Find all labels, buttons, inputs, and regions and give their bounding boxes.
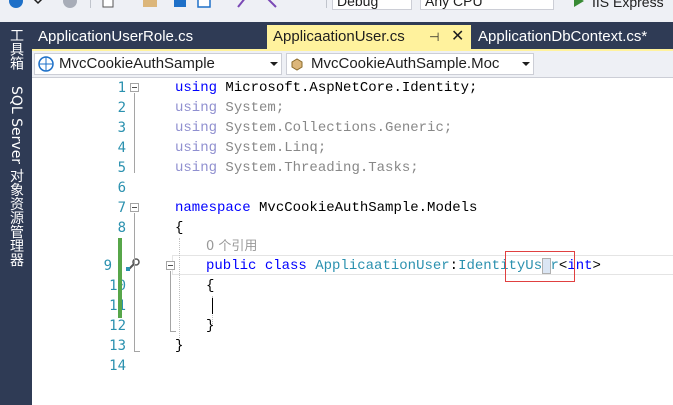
navigation-bar: MvcCookieAuthSample MvcCookieAuthSample.… bbox=[32, 51, 673, 78]
keyword-using: using bbox=[175, 80, 218, 96]
code-line-7: namespace MvcCookieAuthSample.Models bbox=[175, 198, 477, 218]
line-number: 3 bbox=[117, 120, 126, 136]
namespace-name: MvcCookieAuthSample.Models bbox=[250, 200, 478, 216]
project-dropdown-value: MvcCookieAuthSample bbox=[59, 55, 215, 72]
run-target-label[interactable]: IIS Express bbox=[592, 0, 664, 10]
save-all-icon[interactable] bbox=[196, 0, 212, 9]
quick-actions-wrench-icon[interactable] bbox=[126, 258, 140, 272]
line-number: 12 bbox=[109, 318, 126, 334]
line-number: 2 bbox=[117, 100, 126, 116]
type-dropdown[interactable]: MvcCookieAuthSample.Moc bbox=[286, 53, 534, 75]
line-number: 13 bbox=[109, 338, 126, 354]
namespace-text: System.Threading.Tasks; bbox=[217, 160, 419, 176]
keyword-class: class bbox=[264, 258, 307, 274]
annotation-highlight-box bbox=[505, 251, 575, 282]
open-folder-icon[interactable] bbox=[142, 0, 158, 9]
toolbar-separator bbox=[326, 0, 327, 8]
namespace-text: Microsoft.AspNetCore.Identity; bbox=[217, 80, 478, 96]
code-line-10: { bbox=[206, 278, 215, 294]
colon: : bbox=[449, 258, 459, 274]
namespace-text: System.Collections.Generic; bbox=[217, 120, 453, 136]
tab-application-db-context[interactable]: ApplicationDbContext.cs* bbox=[472, 25, 673, 49]
change-marker bbox=[118, 238, 122, 318]
class-name: ApplicaationUser bbox=[315, 258, 450, 274]
tab-application-user-role[interactable]: ApplicationUserRole.cs bbox=[32, 25, 265, 49]
keyword-using: using bbox=[175, 140, 218, 156]
collapse-icon[interactable] bbox=[130, 83, 139, 92]
redo-icon[interactable] bbox=[262, 0, 278, 9]
chevron-down-icon bbox=[519, 54, 533, 74]
fold-end bbox=[134, 351, 140, 352]
type-dropdown-value: MvcCookieAuthSample.Moc bbox=[311, 55, 500, 72]
side-panel-toolbox[interactable]: 工具箱 bbox=[6, 28, 26, 70]
fold-end bbox=[170, 331, 176, 332]
generic-close: > bbox=[592, 258, 601, 274]
side-tool-strip: 工具箱 SQL Server 对象资源管理器 bbox=[0, 22, 32, 405]
keyword-public: public bbox=[206, 258, 257, 274]
codelens-references[interactable]: 0 个引用 bbox=[206, 237, 257, 257]
code-line-12: } bbox=[206, 318, 215, 334]
pin-icon[interactable]: ⊣ bbox=[429, 25, 439, 49]
line-number: 4 bbox=[117, 140, 126, 156]
class-icon bbox=[291, 58, 303, 71]
fold-line bbox=[134, 213, 135, 351]
code-line-3: using System.Collections.Generic; bbox=[175, 118, 452, 138]
new-project-icon[interactable] bbox=[100, 0, 116, 9]
collapse-icon[interactable] bbox=[130, 203, 139, 212]
save-icon[interactable] bbox=[172, 0, 188, 9]
code-line-13: } bbox=[175, 338, 184, 354]
line-number: 6 bbox=[117, 180, 126, 196]
code-editor[interactable]: 1 2 3 4 5 6 7 8 9 10 11 12 13 14 using M… bbox=[32, 78, 673, 405]
keyword-using: using bbox=[175, 100, 218, 116]
undo-icon[interactable] bbox=[236, 0, 252, 9]
project-dropdown[interactable]: MvcCookieAuthSample bbox=[34, 53, 282, 75]
solution-config-value: Debug bbox=[337, 0, 379, 9]
fold-line bbox=[134, 93, 135, 173]
toolbar-separator bbox=[90, 0, 91, 8]
code-line-4: using System.Linq; bbox=[175, 138, 326, 158]
tab-label: ApplicationDbContext.cs* bbox=[478, 28, 648, 45]
keyword-using: using bbox=[175, 120, 218, 136]
line-number: 5 bbox=[117, 160, 126, 176]
chevron-down-icon bbox=[267, 54, 281, 74]
line-number: 8 bbox=[117, 220, 126, 236]
code-line-1: using Microsoft.AspNetCore.Identity; bbox=[175, 78, 477, 98]
document-tab-well: ApplicationUserRole.cs ApplicaationUser.… bbox=[32, 22, 673, 49]
line-number: 9 bbox=[103, 258, 112, 274]
line-number: 1 bbox=[117, 80, 126, 96]
solution-config-dropdown[interactable]: Debug bbox=[332, 0, 412, 10]
dropdown-arrow-icon[interactable] bbox=[30, 0, 46, 9]
run-play-icon[interactable] bbox=[570, 0, 586, 9]
forward-icon[interactable] bbox=[62, 0, 78, 9]
namespace-text: System; bbox=[217, 100, 285, 116]
solution-platform-dropdown[interactable]: Any CPU bbox=[420, 0, 554, 10]
tab-label: ApplicationUserRole.cs bbox=[38, 28, 194, 45]
csharp-project-icon bbox=[38, 56, 54, 72]
close-icon[interactable]: ✕ bbox=[451, 25, 464, 49]
back-icon[interactable] bbox=[8, 0, 24, 9]
keyword-namespace: namespace bbox=[175, 200, 251, 216]
fold-line bbox=[170, 271, 171, 331]
tab-applicaation-user[interactable]: ApplicaationUser.cs ⊣ ✕ bbox=[267, 25, 471, 49]
solution-platform-value: Any CPU bbox=[425, 0, 483, 9]
text-caret bbox=[212, 298, 213, 314]
namespace-text: System.Linq; bbox=[217, 140, 327, 156]
tab-label: ApplicaationUser.cs bbox=[273, 28, 405, 45]
indent-guide bbox=[179, 238, 180, 338]
code-line-8: { bbox=[175, 220, 184, 236]
keyword-using: using bbox=[175, 160, 218, 176]
code-line-5: using System.Threading.Tasks; bbox=[175, 158, 419, 178]
line-number: 14 bbox=[109, 358, 126, 374]
main-toolbar: Debug Any CPU IIS Express bbox=[0, 0, 673, 22]
line-number: 7 bbox=[117, 200, 126, 216]
side-panel-sql-server-explorer[interactable]: SQL Server 对象资源管理器 bbox=[6, 86, 26, 267]
collapse-icon[interactable] bbox=[166, 261, 175, 270]
code-line-2: using System; bbox=[175, 98, 284, 118]
